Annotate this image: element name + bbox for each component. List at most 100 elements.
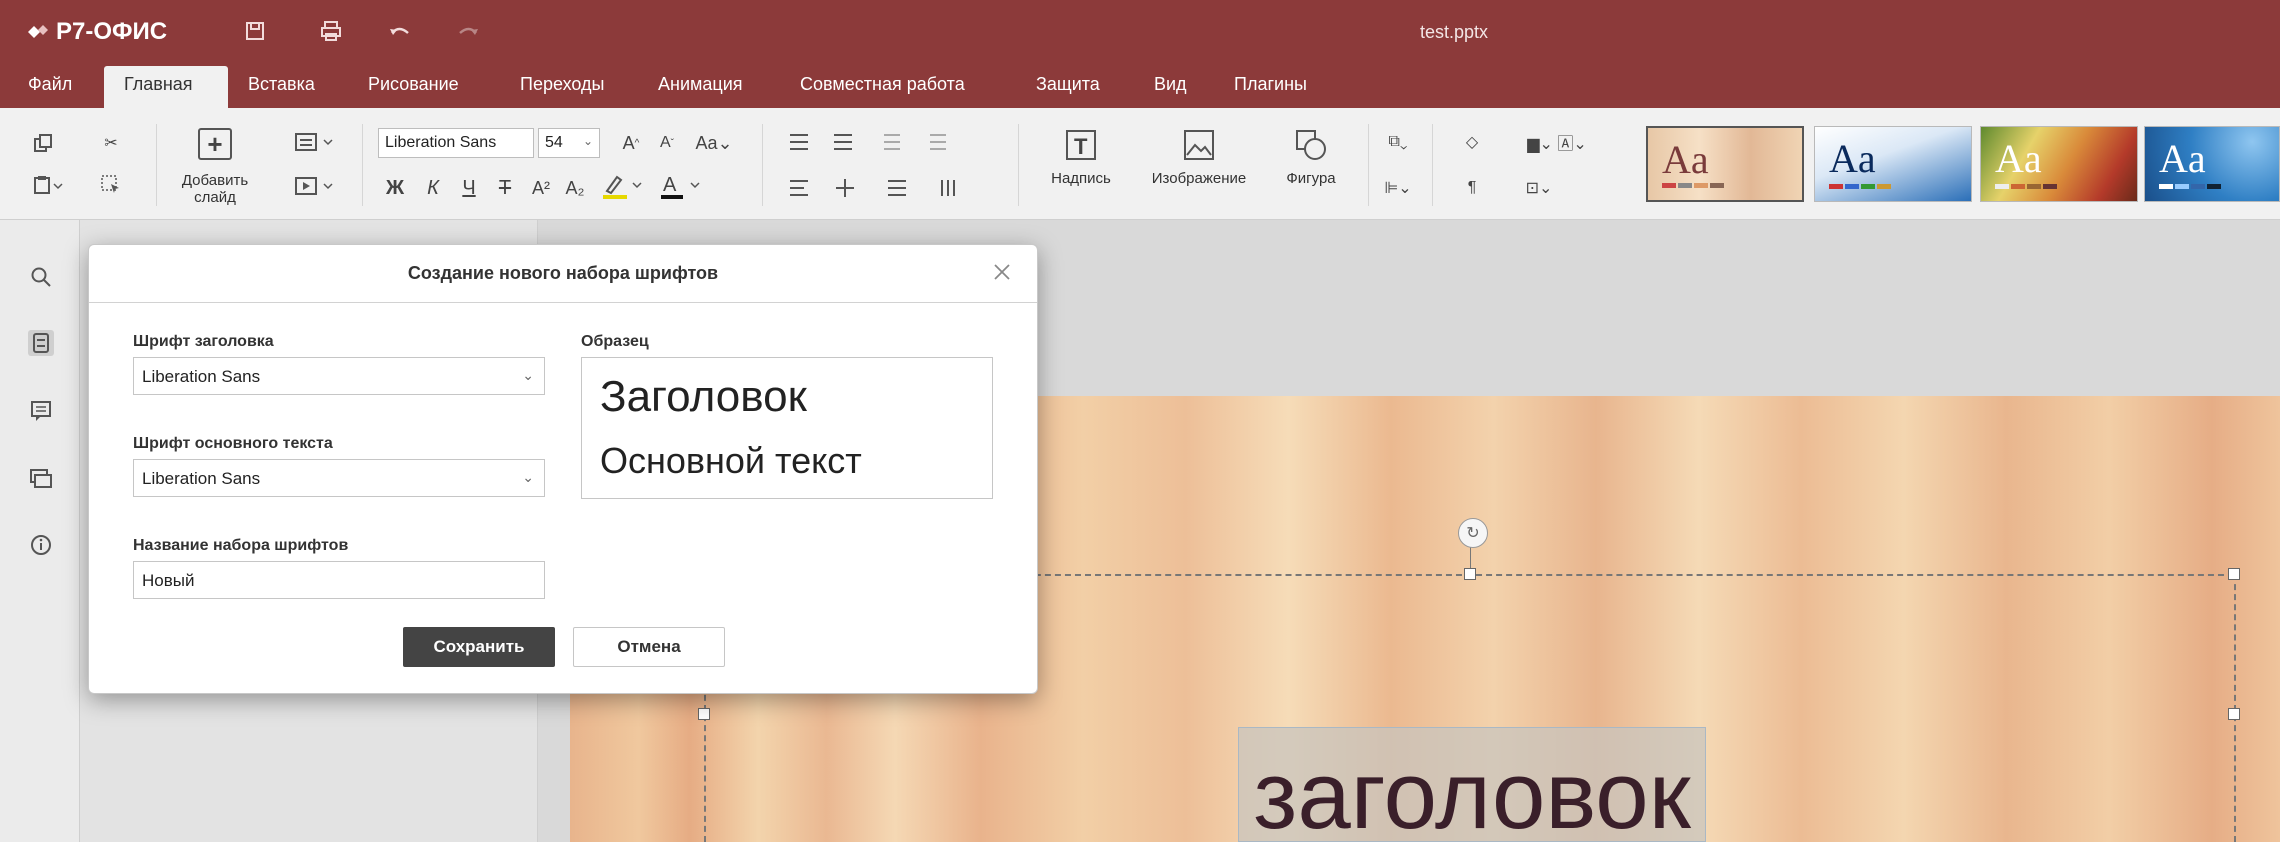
image-icon[interactable] <box>1180 126 1218 164</box>
copy-style-icon[interactable]: ¶ <box>1458 174 1486 202</box>
resize-handle[interactable] <box>2228 568 2240 580</box>
add-slide-label[interactable]: Добавить слайд <box>160 172 270 206</box>
brand-name: Р7-ОФИС <box>56 18 168 45</box>
tab-draw[interactable]: Рисование <box>368 74 459 95</box>
increase-font-icon[interactable]: A ^ <box>618 128 644 158</box>
svg-text:A: A <box>663 174 677 196</box>
theme-label-3: Aa <box>1995 136 2042 181</box>
font-set-name-input[interactable]: Новый <box>133 561 545 599</box>
copy-icon[interactable] <box>30 130 56 156</box>
heading-font-value: Liberation Sans <box>142 367 261 386</box>
tab-collaboration[interactable]: Совместная работа <box>800 74 965 95</box>
redo-icon[interactable] <box>452 14 486 48</box>
dialog-title: Создание нового набора шрифтов <box>407 263 719 283</box>
body-font-label: Шрифт основного текста <box>133 435 333 452</box>
list-controls-icon[interactable] <box>784 128 964 156</box>
tab-transitions[interactable]: Переходы <box>520 74 604 95</box>
chat-icon[interactable] <box>28 466 54 492</box>
toolbar-separator <box>762 124 763 206</box>
undo-icon[interactable] <box>382 14 416 48</box>
slides-panel-icon[interactable] <box>28 330 54 356</box>
select-all-icon[interactable] <box>98 172 124 198</box>
heading-font-select[interactable]: Liberation Sans ⌄ <box>133 357 545 395</box>
paragraph-controls-icon[interactable] <box>784 174 1004 202</box>
superscript-icon[interactable]: A² <box>528 174 554 202</box>
cancel-button[interactable]: Отмена <box>573 627 725 667</box>
rotate-handle-icon[interactable]: ↻ <box>1458 518 1488 548</box>
save-button[interactable]: Сохранить <box>403 627 555 667</box>
print-icon[interactable] <box>314 14 348 48</box>
resize-handle[interactable] <box>698 708 710 720</box>
font-set-name-label: Название набора шрифтов <box>133 537 349 554</box>
subscript-icon[interactable]: A₂ <box>562 174 588 202</box>
tab-plugins[interactable]: Плагины <box>1234 74 1307 95</box>
theme-color-icon[interactable]: ▆⌄ 🄰⌄ <box>1502 128 1612 156</box>
tab-animation[interactable]: Анимация <box>658 74 743 95</box>
save-icon[interactable] <box>238 14 272 48</box>
underline-button[interactable]: Ч <box>456 174 482 202</box>
paste-icon[interactable] <box>30 172 66 198</box>
text-box-label[interactable]: Надпись <box>1036 170 1126 187</box>
app-window: Р7-ОФИС test.pptx Файл Главная Вставка Р… <box>0 0 2280 842</box>
chevron-down-icon: ⌄ <box>522 469 534 485</box>
theme-thumb-1[interactable]: Aa <box>1646 126 1804 202</box>
image-label[interactable]: Изображение <box>1136 170 1262 187</box>
toolbar-separator <box>1368 124 1369 206</box>
document-title: test.pptx <box>1420 22 1489 42</box>
menu-bar: Файл Главная Вставка Рисование Переходы … <box>0 64 2280 112</box>
highlight-color-icon[interactable] <box>598 170 646 202</box>
comments-icon[interactable] <box>28 398 54 424</box>
sample-label: Образец <box>581 333 649 350</box>
sample-heading-text: Заголовок <box>600 372 807 421</box>
chevron-down-icon: ⌄ <box>522 367 534 383</box>
slide-size-icon[interactable]: ⊡⌄ <box>1514 174 1564 202</box>
new-font-set-dialog: Создание нового набора шрифтов Шрифт заг… <box>88 244 1038 694</box>
font-size-select[interactable]: 54 ⌄ <box>538 128 600 158</box>
tab-file[interactable]: Файл <box>28 74 72 95</box>
theme-colors-2 <box>1829 184 1891 189</box>
italic-button[interactable]: К <box>420 174 446 202</box>
bold-button[interactable]: Ж <box>382 174 408 202</box>
slide-title-placeholder[interactable]: заголовок <box>1238 727 1706 842</box>
add-slide-icon[interactable]: + <box>198 128 232 160</box>
body-font-select[interactable]: Liberation Sans ⌄ <box>133 459 545 497</box>
ribbon-toolbar: ✂ + Добавить слайд Liberation Sans 54 ⌄ A… <box>0 108 2280 220</box>
clear-style-icon[interactable]: ◇ <box>1458 128 1486 156</box>
align-shapes-icon[interactable]: ⊫⌄ <box>1378 174 1418 202</box>
tab-protection[interactable]: Защита <box>1036 74 1100 95</box>
search-icon[interactable] <box>28 264 54 290</box>
decrease-font-icon[interactable]: Aˇ <box>654 128 680 158</box>
font-size-value: 54 <box>545 134 563 151</box>
arrange-icon[interactable]: ⧉⌄ <box>1378 128 1418 156</box>
theme-label-2: Aa <box>1829 136 1876 181</box>
slideshow-icon[interactable] <box>292 172 340 200</box>
slide-title-text: заголовок <box>1253 742 1691 842</box>
tab-insert[interactable]: Вставка <box>248 74 315 95</box>
font-color-icon[interactable]: A <box>656 170 704 202</box>
close-icon[interactable] <box>987 257 1017 287</box>
theme-thumb-4[interactable]: Aa <box>2144 126 2280 202</box>
font-name-select[interactable]: Liberation Sans <box>378 128 534 158</box>
shape-icon[interactable] <box>1292 126 1330 164</box>
toolbar-separator <box>1018 124 1019 206</box>
logo-icon <box>28 25 48 38</box>
theme-colors-1 <box>1662 183 1724 188</box>
text-box-icon[interactable]: T <box>1062 126 1100 164</box>
layout-icon[interactable] <box>292 128 340 156</box>
theme-thumb-2[interactable]: Aa <box>1814 126 1972 202</box>
dialog-header: Создание нового набора шрифтов <box>89 245 1037 303</box>
theme-thumb-3[interactable]: Aa <box>1980 126 2138 202</box>
tab-view[interactable]: Вид <box>1154 74 1187 95</box>
body-font-value: Liberation Sans <box>142 469 261 488</box>
strikethrough-button[interactable]: Т <box>492 174 518 202</box>
toolbar-separator <box>362 124 363 206</box>
title-bar: Р7-ОФИС test.pptx <box>0 0 2280 64</box>
cut-icon[interactable]: ✂ <box>98 130 124 156</box>
theme-colors-4 <box>2159 184 2221 189</box>
resize-handle[interactable] <box>1464 568 1476 580</box>
shape-label[interactable]: Фигура <box>1268 170 1354 187</box>
info-icon[interactable] <box>28 532 54 558</box>
tab-home[interactable]: Главная <box>124 74 193 95</box>
change-case-icon[interactable]: Aa⌄ <box>692 128 736 158</box>
resize-handle[interactable] <box>2228 708 2240 720</box>
